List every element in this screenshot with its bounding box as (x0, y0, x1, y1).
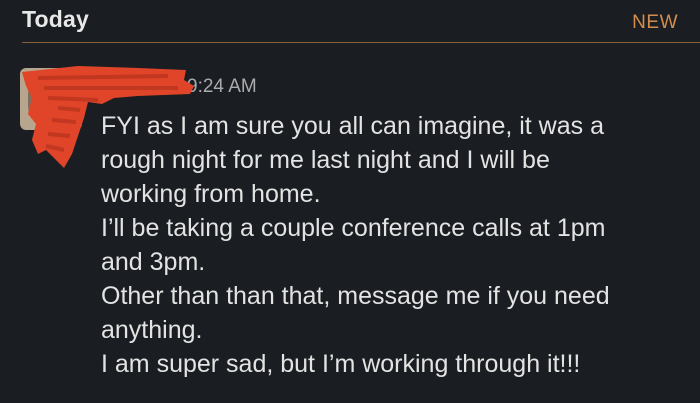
message-line: working from home. (101, 180, 321, 208)
user-avatar[interactable] (20, 68, 82, 130)
avatar-photo (28, 74, 74, 126)
message-line: I am super sad, but I’m working through … (101, 350, 581, 378)
message-line: FYI as I am sure you all can imagine, it… (101, 112, 604, 140)
message-text: FYI as I am sure you all can imagine, it… (101, 109, 691, 381)
message-line: anything. (101, 316, 203, 344)
message-line: and 3pm. (101, 248, 206, 276)
message-line: rough night for me last night and I will… (101, 146, 550, 174)
message-header (100, 74, 178, 102)
sender-name-redacted[interactable] (100, 74, 178, 94)
message-line: Other than than that, message me if you … (101, 282, 610, 310)
messages-view: Today NEW 9:24 AM FYI as I am sure you a… (0, 0, 700, 403)
day-section-header: Today NEW (0, 0, 700, 44)
message-timestamp[interactable]: 9:24 AM (187, 76, 257, 98)
message-line: I’ll be taking a couple conference calls… (101, 214, 606, 242)
new-messages-badge[interactable]: NEW (632, 12, 678, 34)
day-divider-label: Today (22, 6, 90, 32)
new-messages-divider (22, 42, 700, 43)
